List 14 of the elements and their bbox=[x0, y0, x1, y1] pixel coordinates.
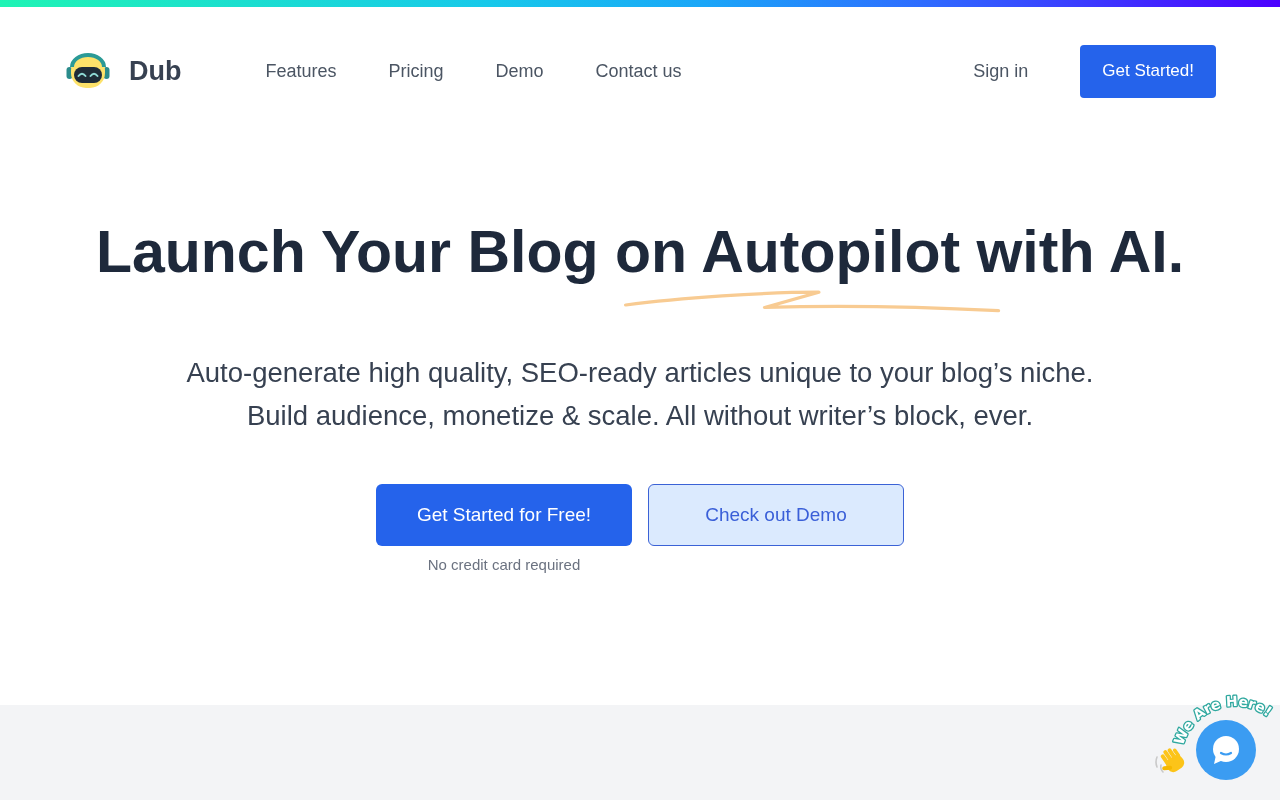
nav-link[interactable]: Demo bbox=[495, 60, 544, 82]
hero-heading: Launch Your Blog on Autopilot with AI. bbox=[95, 218, 1185, 287]
brand-name[interactable]: Dub bbox=[129, 55, 182, 87]
hero-subtitle: Auto-generate high quality, SEO-ready articles unique to your blog’s niche. Build audience, monetize & scale. All without writer’s block, ever. bbox=[186, 356, 1094, 433]
nav-link[interactable]: Pricing bbox=[388, 60, 444, 82]
chat-bubble-icon bbox=[1211, 735, 1241, 765]
no-credit-card-note: No credit card required bbox=[427, 555, 581, 575]
nav-link[interactable]: Features bbox=[265, 60, 337, 82]
nav-link[interactable]: Contact us bbox=[595, 60, 682, 82]
get-started-button[interactable]: Get Started! bbox=[1080, 44, 1216, 98]
get-started-free-button[interactable]: Get Started for Free! bbox=[376, 484, 632, 546]
robot-head-icon[interactable] bbox=[66, 53, 110, 89]
sign-in-link[interactable]: Sign in bbox=[973, 60, 1029, 82]
check-out-demo-button[interactable]: Check out Demo bbox=[648, 484, 904, 546]
